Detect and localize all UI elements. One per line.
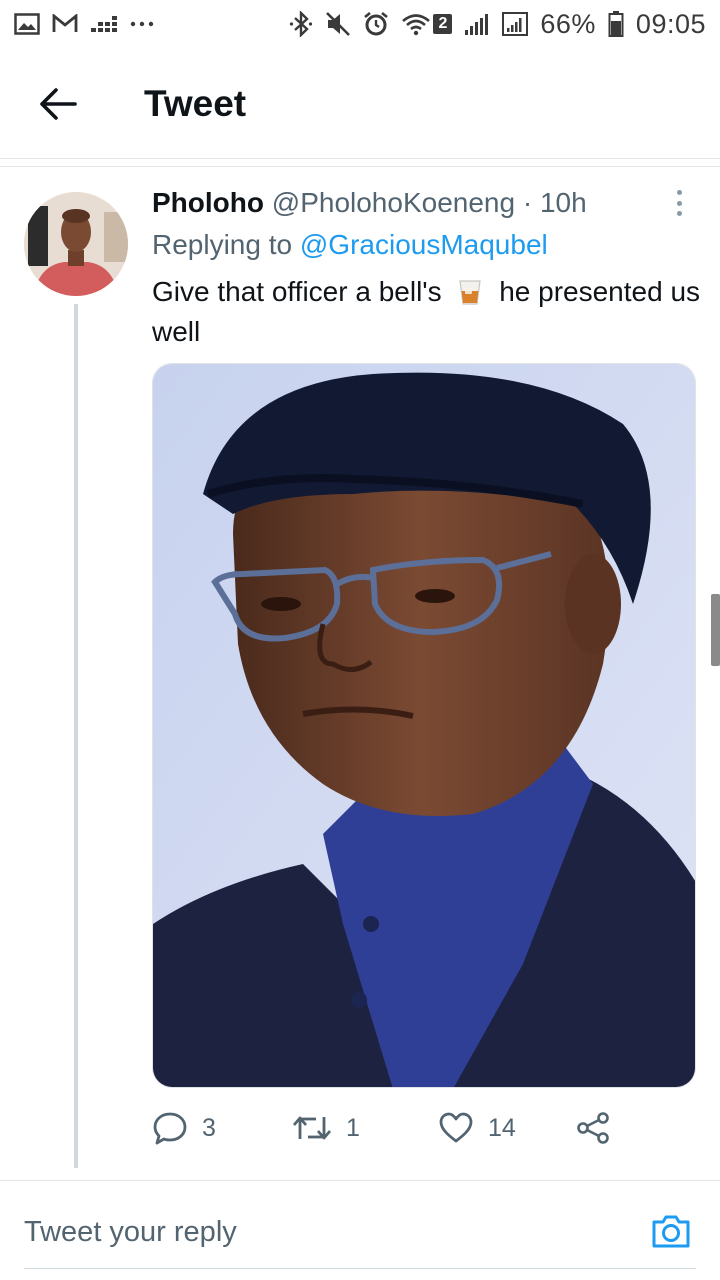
reply-divider: [0, 1180, 720, 1181]
arrow-left-icon: [39, 87, 77, 121]
scrollbar[interactable]: [711, 594, 720, 666]
battery-percent: 66%: [540, 8, 596, 39]
replying-to-mention[interactable]: @GraciousMaqubel: [300, 229, 548, 260]
replying-prefix: Replying to: [152, 229, 293, 260]
retweet-button[interactable]: 1: [292, 1106, 360, 1150]
status-bar: 2 66% 09:05: [0, 0, 720, 48]
section-divider: [0, 166, 720, 167]
tweet-text-part1: Give that officer a bell's: [152, 276, 442, 307]
more-options-button[interactable]: [664, 186, 694, 220]
reply-icon: [152, 1111, 188, 1145]
more-dot: [676, 190, 682, 195]
retweet-count: 1: [346, 1113, 360, 1142]
sim-signal-icon: [464, 12, 490, 36]
heart-icon: [438, 1112, 474, 1144]
reply-count: 3: [202, 1113, 216, 1142]
more-dots-icon: [130, 20, 154, 28]
tumbler-glass-icon: [455, 276, 485, 306]
gmail-icon: [52, 14, 78, 34]
gallery-icon: [14, 13, 40, 35]
tweet-media-photo[interactable]: [152, 363, 696, 1088]
app-header: Tweet: [0, 52, 720, 156]
thread-line: [74, 304, 78, 1168]
more-dot: [676, 211, 682, 216]
like-count: 14: [488, 1113, 516, 1142]
status-bar-left: [14, 13, 154, 35]
mute-icon: [325, 11, 351, 37]
back-button[interactable]: [28, 74, 88, 134]
camera-icon: [650, 1212, 692, 1250]
retweet-icon: [292, 1113, 332, 1143]
page-title: Tweet: [144, 83, 247, 124]
tweet-text: Give that officer a bell's he presented …: [152, 272, 700, 352]
sim2-signal-icon: [502, 12, 529, 36]
share-icon: [576, 1111, 610, 1145]
status-bar-right: 2 66% 09:05: [289, 9, 706, 40]
author-name[interactable]: Pholoho: [152, 187, 264, 218]
clock: 09:05: [635, 8, 706, 39]
wifi-badge: 2: [433, 14, 453, 34]
signal-meter-icon: [90, 14, 118, 34]
reply-input-underline: [24, 1268, 696, 1269]
share-button[interactable]: [576, 1106, 610, 1150]
like-button[interactable]: 14: [438, 1106, 516, 1150]
reply-button[interactable]: 3: [152, 1106, 216, 1150]
more-dot: [676, 200, 682, 206]
camera-button[interactable]: [648, 1208, 694, 1254]
reply-input[interactable]: Tweet your reply: [24, 1204, 624, 1260]
tweet-actions: 3 1 14: [152, 1106, 672, 1150]
tweet-header: Pholoho @PholohoKoeneng · 10h: [152, 184, 672, 222]
bluetooth-icon: [289, 11, 313, 37]
meta-separator: ·: [522, 187, 533, 218]
wifi-icon: 2: [401, 12, 453, 36]
battery-icon: [608, 11, 624, 37]
author-handle[interactable]: @PholohoKoeneng: [272, 187, 515, 218]
header-divider: [0, 158, 720, 159]
alarm-icon: [363, 11, 389, 37]
avatar[interactable]: [24, 192, 128, 296]
tweet-time: 10h: [539, 187, 587, 218]
replying-to: Replying to @GraciousMaqubel: [152, 226, 548, 264]
